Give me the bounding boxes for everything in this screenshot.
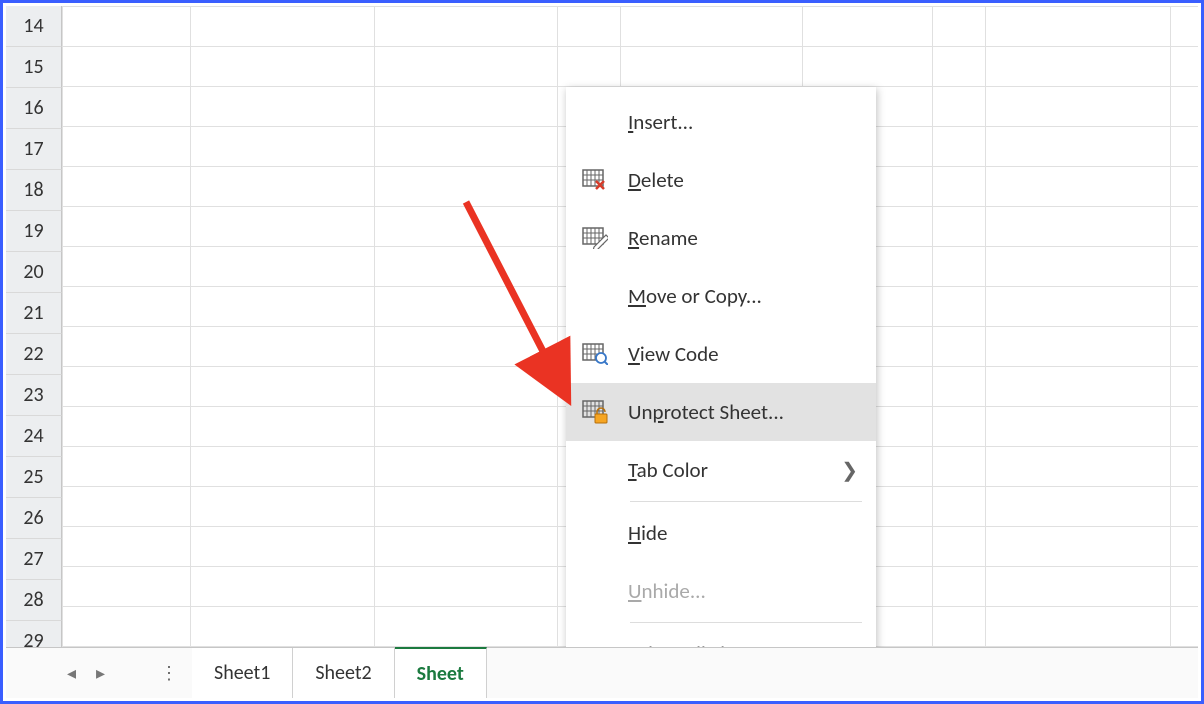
sheet-tab-bar: ◂ ▸ ⋮ Sheet1 Sheet2 Sheet	[6, 647, 1198, 698]
menu-rename-label: Rename	[628, 225, 858, 251]
row-header[interactable]: 19	[6, 211, 62, 252]
tab-sheet1[interactable]: Sheet1	[192, 648, 293, 698]
row-header[interactable]: 18	[6, 170, 62, 211]
row-header[interactable]: 15	[6, 47, 62, 88]
row-header[interactable]: 26	[6, 498, 62, 539]
tab-sheet2[interactable]: Sheet2	[293, 648, 394, 698]
row-header[interactable]: 21	[6, 293, 62, 334]
rename-sheet-icon	[580, 223, 610, 253]
blank-icon	[580, 455, 610, 485]
menu-separator	[630, 501, 862, 502]
menu-hide[interactable]: Hide	[566, 504, 876, 562]
menu-hide-label: Hide	[628, 520, 858, 546]
menu-move-copy[interactable]: Move or Copy...	[566, 267, 876, 325]
row-header[interactable]: 25	[6, 457, 62, 498]
menu-insert[interactable]: Insert...	[566, 93, 876, 151]
row-header[interactable]: 16	[6, 88, 62, 129]
tab-nav-next-icon[interactable]: ▸	[96, 662, 105, 684]
tab-scroll-indicator-icon[interactable]: ⋮	[146, 648, 192, 698]
menu-view-code[interactable]: View Code	[566, 325, 876, 383]
sheet-tab-context-menu: Insert... Delete Rename	[566, 87, 876, 689]
row-header[interactable]: 28	[6, 580, 62, 621]
menu-view-code-label: View Code	[628, 341, 858, 367]
row-header[interactable]: 14	[6, 6, 62, 47]
row-header[interactable]: 27	[6, 539, 62, 580]
tab-nav-prev-icon[interactable]: ◂	[67, 662, 76, 684]
row-headers: 14151617181920212223242526272829	[6, 6, 62, 662]
menu-tab-color[interactable]: Tab Color ❯	[566, 441, 876, 499]
delete-sheet-icon	[580, 165, 610, 195]
menu-delete-label: Delete	[628, 167, 858, 193]
blank-icon	[580, 576, 610, 606]
tab-sheet3-active[interactable]: Sheet	[395, 647, 487, 698]
menu-separator	[630, 622, 862, 623]
view-code-icon	[580, 339, 610, 369]
blank-icon	[580, 107, 610, 137]
row-header[interactable]: 17	[6, 129, 62, 170]
submenu-arrow-icon: ❯	[841, 458, 858, 483]
menu-unprotect-label: Unprotect Sheet...	[628, 399, 858, 425]
menu-unhide-label: Unhide...	[628, 578, 858, 604]
menu-insert-label: Insert...	[628, 109, 858, 135]
menu-unprotect-sheet[interactable]: Unprotect Sheet...	[566, 383, 876, 441]
tab-nav-arrows[interactable]: ◂ ▸	[6, 648, 146, 698]
row-header[interactable]: 23	[6, 375, 62, 416]
row-header[interactable]: 20	[6, 252, 62, 293]
menu-unhide: Unhide...	[566, 562, 876, 620]
unprotect-sheet-icon	[580, 397, 610, 427]
menu-delete[interactable]: Delete	[566, 151, 876, 209]
row-header[interactable]: 22	[6, 334, 62, 375]
menu-rename[interactable]: Rename	[566, 209, 876, 267]
blank-icon	[580, 518, 610, 548]
blank-icon	[580, 281, 610, 311]
menu-tab-color-label: Tab Color	[628, 457, 823, 483]
row-header[interactable]: 24	[6, 416, 62, 457]
menu-move-copy-label: Move or Copy...	[628, 283, 858, 309]
